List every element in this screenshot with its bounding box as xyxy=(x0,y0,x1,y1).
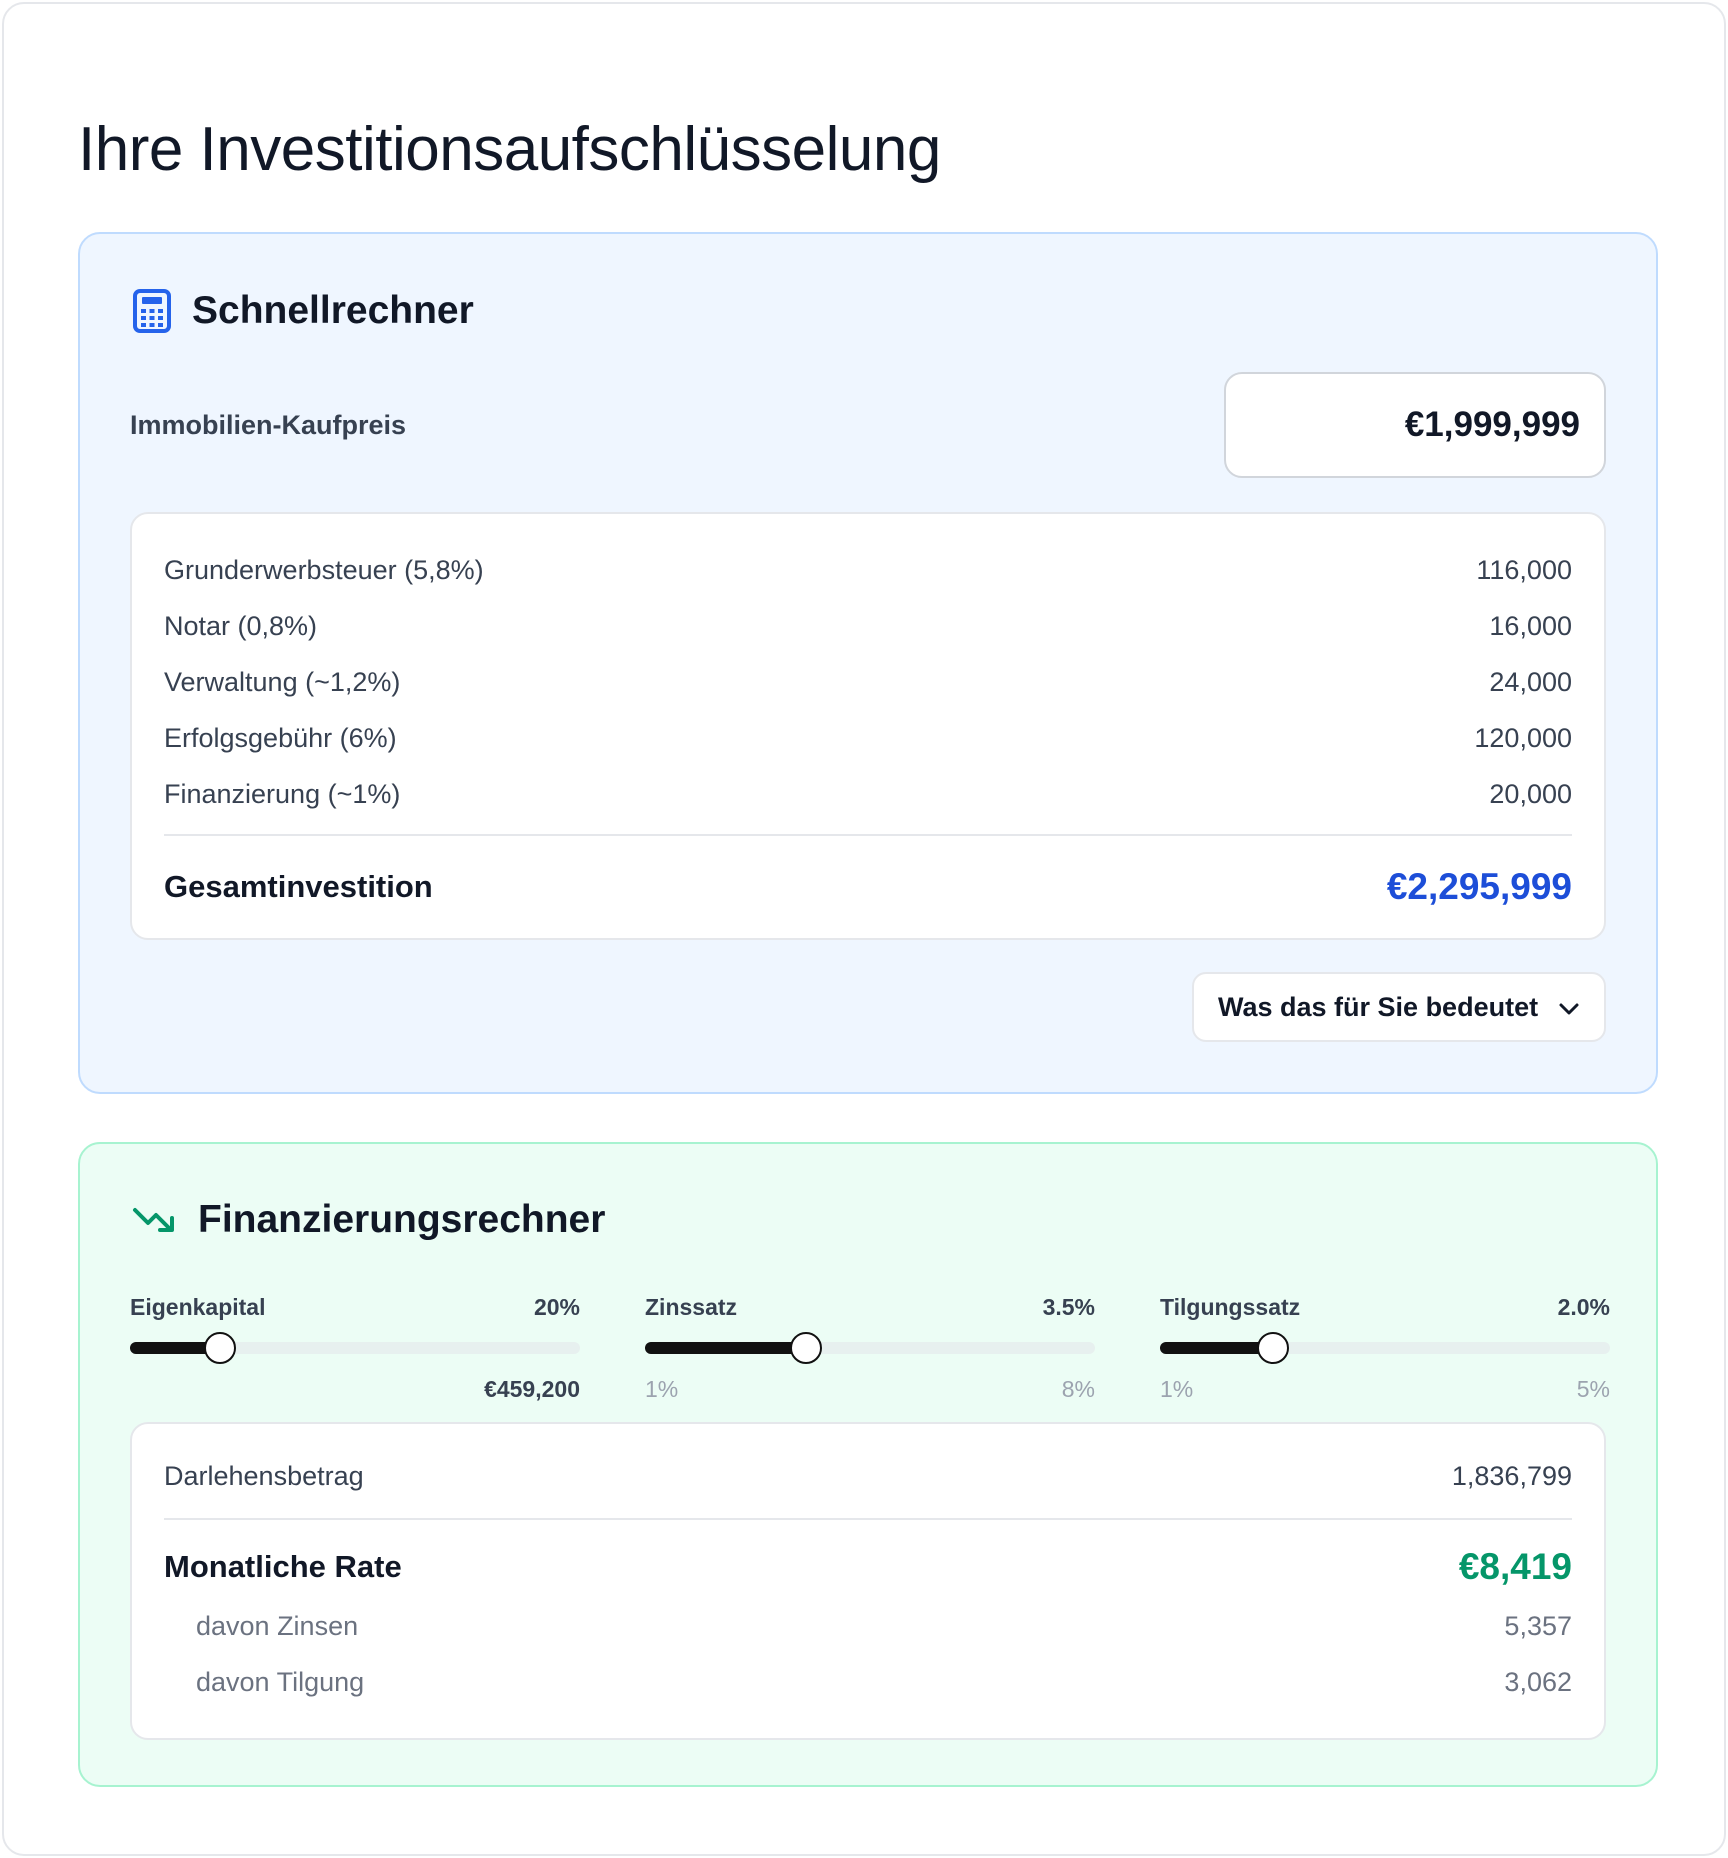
cost-label: Grunderwerbsteuer (5,8%) xyxy=(164,554,484,585)
interest-slider-fill xyxy=(645,1342,806,1354)
cost-row-financing: Finanzierung (~1%) 20,000 xyxy=(164,774,1572,814)
monthly-rate-row: Monatliche Rate €8,419 xyxy=(164,1542,1572,1592)
monthly-rate-label: Monatliche Rate xyxy=(164,1549,402,1584)
repayment-share-row: davon Tilgung 3,062 xyxy=(196,1662,1572,1702)
repayment-min-label: 1% xyxy=(1160,1376,1194,1402)
total-investment-value: €2,295,999 xyxy=(1386,866,1572,907)
repayment-max-label: 5% xyxy=(1576,1376,1610,1402)
quick-calculator-header: Schnellrechner xyxy=(132,288,474,334)
meaning-toggle-button[interactable]: Was das für Sie bedeutet xyxy=(1192,972,1606,1042)
equity-slider-thumb[interactable] xyxy=(204,1332,236,1364)
purchase-price-input[interactable] xyxy=(1224,372,1606,478)
loan-amount-row: Darlehensbetrag 1,836,799 xyxy=(164,1456,1572,1496)
cost-label: Finanzierung (~1%) xyxy=(164,778,401,809)
monthly-rate-value: €8,419 xyxy=(1458,1546,1572,1587)
cost-label: Verwaltung (~1,2%) xyxy=(164,666,401,697)
meaning-toggle-label: Was das für Sie bedeutet xyxy=(1218,991,1539,1022)
interest-share-value: 5,357 xyxy=(1504,1610,1572,1641)
cost-value: 24,000 xyxy=(1489,666,1572,697)
loan-summary-box: Darlehensbetrag 1,836,799 Monatliche Rat… xyxy=(130,1422,1606,1740)
trending-down-icon xyxy=(132,1204,178,1236)
cost-row-success-fee: Erfolgsgebühr (6%) 120,000 xyxy=(164,718,1572,758)
calculator-icon xyxy=(132,288,172,334)
quick-calculator-title: Schnellrechner xyxy=(192,289,474,332)
purchase-price-label: Immobilien-Kaufpreis xyxy=(130,410,407,440)
divider xyxy=(164,1518,1572,1520)
repayment-share-label: davon Tilgung xyxy=(196,1666,365,1697)
interest-rate-label: Zinssatz xyxy=(645,1294,738,1320)
interest-rate-value: 3.5% xyxy=(1042,1294,1095,1320)
quick-calculator-card: Schnellrechner Immobilien-Kaufpreis Grun… xyxy=(78,232,1658,1094)
repayment-rate-label: Tilgungssatz xyxy=(1160,1294,1301,1320)
financing-calculator-header: Finanzierungsrechner xyxy=(132,1198,605,1242)
cost-label: Erfolgsgebühr (6%) xyxy=(164,722,397,753)
interest-max-label: 8% xyxy=(1061,1376,1095,1402)
interest-slider-thumb[interactable] xyxy=(790,1332,822,1364)
interest-share-label: davon Zinsen xyxy=(196,1610,359,1641)
cost-value: 120,000 xyxy=(1474,722,1572,753)
chevron-down-icon xyxy=(1558,992,1580,1023)
divider xyxy=(164,834,1572,836)
financing-calculator-title: Finanzierungsrechner xyxy=(198,1198,606,1241)
interest-share-row: davon Zinsen 5,357 xyxy=(196,1606,1572,1646)
equity-slider-group: Eigenkapital 20% €459,200 xyxy=(130,1294,580,1404)
interest-min-label: 1% xyxy=(645,1376,679,1402)
loan-amount-value: 1,836,799 xyxy=(1451,1460,1572,1491)
page-title: Ihre Investitionsaufschlüsselung xyxy=(78,115,941,184)
total-investment-row: Gesamtinvestition €2,295,999 xyxy=(164,862,1572,912)
repayment-rate-value: 2.0% xyxy=(1557,1294,1610,1320)
cost-breakdown-box: Grunderwerbsteuer (5,8%) 116,000 Notar (… xyxy=(130,512,1606,940)
equity-value: 20% xyxy=(533,1294,580,1320)
app-frame: Ihre Investitionsaufschlüsselung Schnell… xyxy=(2,2,1726,1856)
cost-value: 16,000 xyxy=(1489,610,1572,641)
cost-value: 116,000 xyxy=(1476,554,1572,585)
cost-value: 20,000 xyxy=(1489,778,1572,809)
financing-calculator-card: Finanzierungsrechner Eigenkapital 20% €4… xyxy=(78,1142,1658,1787)
repayment-slider-group: Tilgungssatz 2.0% 1% 5% xyxy=(1160,1294,1610,1404)
equity-label: Eigenkapital xyxy=(130,1294,266,1320)
total-investment-label: Gesamtinvestition xyxy=(164,869,433,904)
cost-row-land-transfer-tax: Grunderwerbsteuer (5,8%) 116,000 xyxy=(164,550,1572,590)
repayment-slider-thumb[interactable] xyxy=(1257,1332,1289,1364)
repayment-share-value: 3,062 xyxy=(1504,1666,1572,1697)
interest-slider-group: Zinssatz 3.5% 1% 8% xyxy=(645,1294,1095,1404)
cost-row-administration: Verwaltung (~1,2%) 24,000 xyxy=(164,662,1572,702)
loan-amount-label: Darlehensbetrag xyxy=(164,1460,364,1491)
cost-label: Notar (0,8%) xyxy=(164,610,318,641)
equity-amount: €459,200 xyxy=(484,1376,580,1402)
cost-row-notary: Notar (0,8%) 16,000 xyxy=(164,606,1572,646)
